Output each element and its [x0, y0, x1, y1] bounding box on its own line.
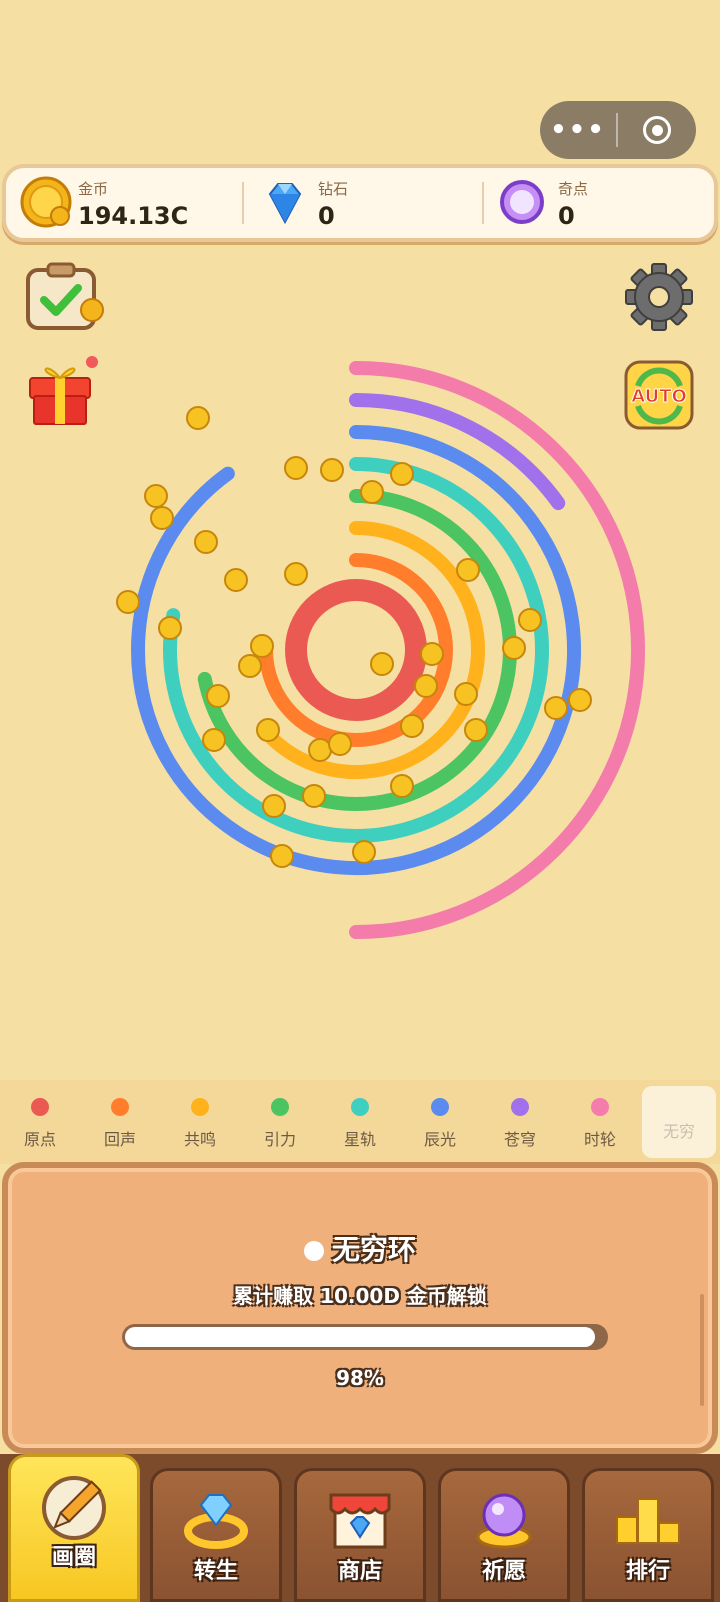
ring-tab-label: 星轨: [343, 1130, 376, 1149]
coin-icon: [502, 636, 526, 660]
coin-icon: [400, 714, 424, 738]
coin-icon: [454, 682, 478, 706]
coin-icon: [302, 784, 326, 808]
ring-tab-label: 引力: [263, 1130, 296, 1149]
coin-icon: [518, 608, 542, 632]
ring-tab[interactable]: 引力: [240, 1080, 320, 1164]
ring-color-dot: [431, 1098, 449, 1116]
nav-draw-circle[interactable]: 画圈: [8, 1454, 140, 1602]
bottom-nav: 画圈 转生 商店 祈愿 排行: [0, 1454, 720, 1602]
ring-color-dot: [191, 1098, 209, 1116]
coin-icon: [194, 530, 218, 554]
podium-icon: [616, 1498, 680, 1544]
ring-arc: [163, 457, 549, 843]
nav-label: 转生: [193, 1559, 238, 1584]
coin-icon: [360, 480, 384, 504]
panel-scrollbar[interactable]: [700, 1294, 704, 1406]
coin-icon: [414, 674, 438, 698]
ring-tab[interactable]: 时轮: [560, 1080, 640, 1164]
ring-tab[interactable]: 星轨: [320, 1080, 400, 1164]
coin-icon: [158, 616, 182, 640]
shop-icon: [329, 1493, 391, 1549]
unlock-progress-bar: [122, 1324, 608, 1350]
white-dot-icon: [303, 1241, 324, 1261]
nav-label: 商店: [337, 1559, 382, 1584]
coin-icon: [390, 774, 414, 798]
progress-fill: [125, 1327, 596, 1347]
nav-wish[interactable]: 祈愿: [438, 1468, 570, 1602]
coin-icon: [206, 684, 230, 708]
coin-icon: [568, 688, 592, 712]
ring-color-dot: [591, 1098, 609, 1116]
unlock-requirement: 累计赚取 10.00D 金币解锁: [233, 1284, 487, 1308]
coin-icon: [308, 738, 332, 762]
coin-icon: [390, 462, 414, 486]
ring-tabs: 原点 回声 共鸣 引力 星轨 辰光 苍穹 时轮 无穷: [0, 1080, 720, 1164]
coin-icon: [256, 718, 280, 742]
ring-color-dot: [351, 1098, 369, 1116]
coin-icon: [328, 732, 352, 756]
coin-icon: [238, 654, 262, 678]
ring-arc: [349, 361, 645, 939]
ring-arc: [285, 579, 427, 721]
ring-tab[interactable]: 共鸣: [160, 1080, 240, 1164]
progress-percent: 98%: [336, 1366, 384, 1390]
coin-icon: [464, 718, 488, 742]
ring-tab-label: 原点: [23, 1130, 56, 1149]
nav-label: 祈愿: [481, 1559, 526, 1584]
panel-title: 无穷环: [8, 1228, 712, 1268]
ring-color-dot: [511, 1098, 529, 1116]
coin-icon: [320, 458, 344, 482]
ring-tab-label: 回声: [103, 1130, 136, 1149]
ring-tab[interactable]: 无穷: [642, 1086, 716, 1158]
coin-icon: [420, 642, 444, 666]
rings-canvas[interactable]: [0, 0, 720, 1060]
ring-tab[interactable]: 辰光: [400, 1080, 480, 1164]
coin-icon: [456, 558, 480, 582]
ring-tab[interactable]: 回声: [80, 1080, 160, 1164]
diamond-ring-icon: [184, 1494, 248, 1549]
ring-color-dot: [111, 1098, 129, 1116]
crystal-ball-icon: [476, 1493, 532, 1549]
nav-shop[interactable]: 商店: [294, 1468, 426, 1602]
nav-ranking[interactable]: 排行: [582, 1468, 714, 1602]
coin-icon: [370, 652, 394, 676]
ring-arc: [197, 489, 517, 811]
coin-icon: [262, 794, 286, 818]
coin-icon: [224, 568, 248, 592]
coin-icon: [202, 728, 226, 752]
coin-icon: [270, 844, 294, 868]
coin-icon: [250, 634, 274, 658]
coin-icon: [116, 590, 140, 614]
unlock-panel: 无穷环 累计赚取 10.00D 金币解锁 98%: [2, 1162, 718, 1454]
panel-title-text: 无穷环: [331, 1233, 416, 1266]
ring-tab[interactable]: 原点: [0, 1080, 80, 1164]
coin-icon: [284, 562, 308, 586]
ring-tab-label: 辰光: [423, 1130, 456, 1149]
ring-tab-label: 苍穹: [503, 1130, 536, 1149]
ring-tab[interactable]: 苍穹: [480, 1080, 560, 1164]
pencil-icon: [42, 1476, 106, 1540]
coin-icon: [544, 696, 568, 720]
ring-tab-label: 无穷: [662, 1122, 695, 1141]
ring-tab-label: 时轮: [583, 1130, 616, 1149]
nav-label: 画圈: [51, 1545, 96, 1570]
coin-icon: [150, 506, 174, 530]
coin-icon: [186, 406, 210, 430]
ring-tab-label: 共鸣: [183, 1130, 216, 1149]
coin-icon: [284, 456, 308, 480]
ring-color-dot: [31, 1098, 49, 1116]
coin-icon: [144, 484, 168, 508]
nav-label: 排行: [625, 1559, 670, 1584]
coin-icon: [352, 840, 376, 864]
ring-color-dot: [271, 1098, 289, 1116]
nav-rebirth[interactable]: 转生: [150, 1468, 282, 1602]
